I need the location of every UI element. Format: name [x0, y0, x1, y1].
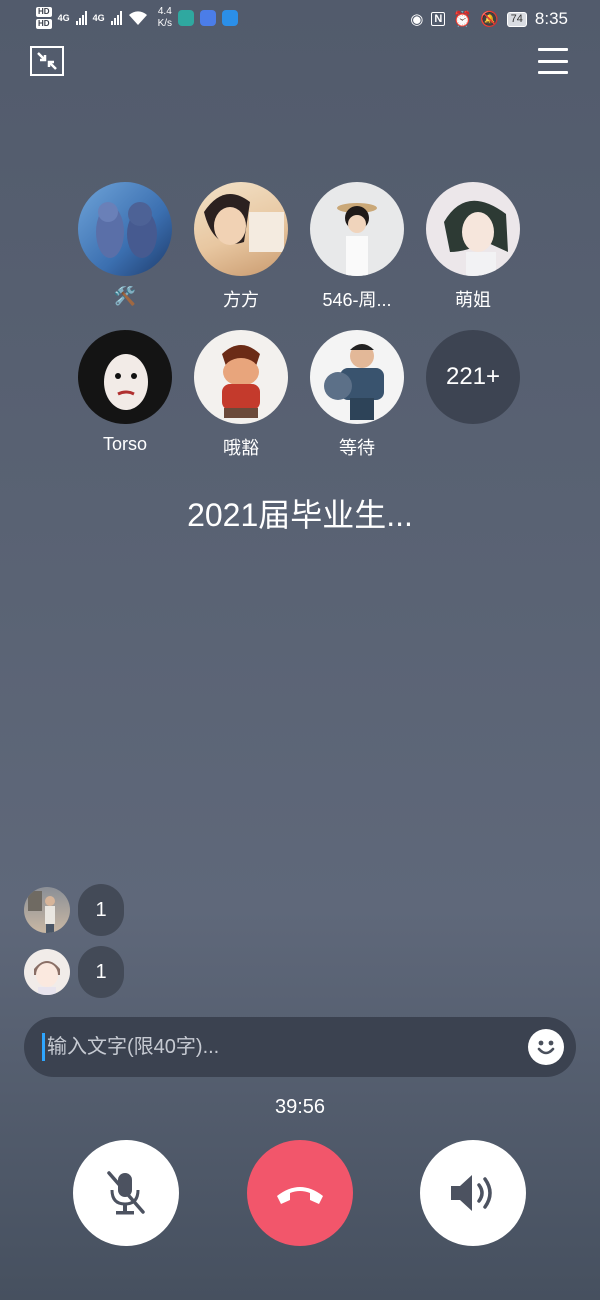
browser-app-icon — [222, 10, 239, 26]
menu-icon[interactable] — [538, 48, 568, 74]
group-title: 2021届毕业生... — [187, 497, 413, 533]
avatar — [24, 949, 70, 995]
nfc-icon: N — [431, 12, 446, 26]
emoji-icon[interactable] — [528, 1029, 564, 1065]
hang-up-button[interactable] — [247, 1140, 353, 1246]
music-app-icon — [200, 10, 217, 26]
member-name: 546-周... — [322, 290, 392, 310]
avatar — [78, 330, 172, 424]
collapse-arrows-icon — [37, 52, 57, 70]
mute-button[interactable] — [73, 1140, 179, 1246]
network-type-2: 4G — [92, 13, 105, 23]
text-caret — [42, 1033, 45, 1061]
hd-badge-2: HD — [36, 19, 52, 29]
app-notification-icon — [178, 10, 195, 26]
status-bar: HD HD 4G 4G 4.4 K/s ◉ N ⏰ 🔕 74 8:35 — [0, 0, 600, 42]
call-timer: 39:56 — [274, 1096, 326, 1118]
minimize-button[interactable] — [30, 46, 64, 76]
member-name: 萌姐 — [455, 290, 491, 310]
avatar — [194, 330, 288, 424]
avatar — [78, 182, 172, 276]
member[interactable]: 萌姐 — [426, 182, 520, 310]
more-members[interactable]: 221+ — [426, 330, 520, 456]
member-name: 方方 — [223, 290, 259, 310]
member-name: 等待 — [339, 438, 375, 458]
message-count-badge: 1 — [78, 884, 124, 936]
message-input-bar — [24, 1017, 576, 1077]
network-type-1: 4G — [57, 13, 70, 23]
avatar — [24, 887, 70, 933]
member-name: 哦豁 — [223, 438, 259, 458]
avatar — [194, 182, 288, 276]
speaker-icon — [451, 1175, 492, 1211]
member[interactable]: 🛠️ — [78, 182, 172, 308]
signal-icon — [110, 11, 122, 25]
hd-badge-1: HD — [36, 7, 52, 17]
avatar — [310, 330, 404, 424]
eye-icon: ◉ — [410, 11, 424, 28]
chat-message[interactable]: 1 — [24, 946, 124, 998]
signal-icon — [75, 11, 87, 25]
network-speed: 4.4 K/s — [157, 6, 173, 29]
member[interactable]: 方方 — [194, 182, 288, 310]
message-count-badge: 1 — [78, 946, 124, 998]
member-grid: 🛠️ 方方 546-周... 萌姐 Torso 哦豁 等待 221+ — [78, 182, 528, 458]
member[interactable]: 等待 — [310, 330, 404, 458]
message-input[interactable] — [47, 1035, 528, 1059]
avatar — [426, 182, 520, 276]
member-name: 🛠️ — [113, 286, 137, 306]
chat-message[interactable]: 1 — [24, 884, 124, 936]
member-name: Torso — [102, 434, 147, 454]
member[interactable]: 546-周... — [310, 182, 404, 310]
microphone-off-icon — [107, 1171, 145, 1215]
member[interactable]: Torso — [78, 330, 172, 456]
avatar — [310, 182, 404, 276]
clock: 8:35 — [534, 9, 568, 28]
more-members-count: 221+ — [426, 330, 520, 424]
mute-bell-icon: 🔕 — [479, 11, 499, 28]
speaker-button[interactable] — [420, 1140, 526, 1246]
alarm-icon: ⏰ — [453, 11, 472, 28]
battery-icon: 74 — [506, 11, 527, 27]
member[interactable]: 哦豁 — [194, 330, 288, 458]
wifi-icon — [128, 11, 147, 25]
phone-hangup-icon — [277, 1187, 323, 1204]
